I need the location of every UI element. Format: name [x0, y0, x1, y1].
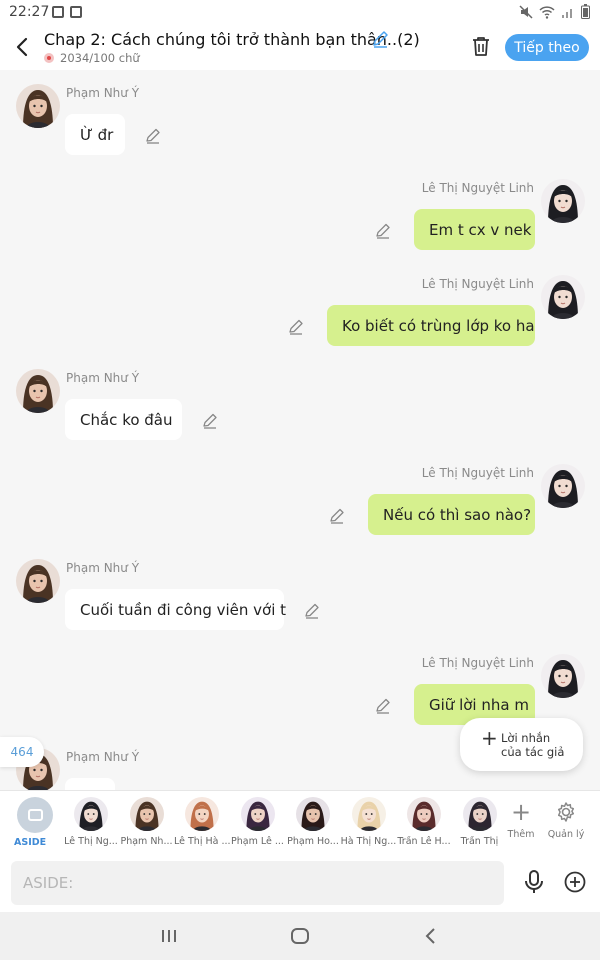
character-item[interactable]: Phạm Nh...	[119, 797, 175, 847]
character-item[interactable]: Trần Lê H...	[396, 797, 452, 847]
message-bubble[interactable]: Chắc ko đâu	[65, 399, 182, 440]
character-name: Trần Thị	[460, 836, 499, 847]
message-bubble[interactable]: Em t cx v nek	[414, 209, 535, 250]
battery-icon	[581, 4, 590, 19]
character-avatar	[129, 797, 164, 831]
character-avatar	[351, 797, 386, 831]
character-name: Lê Thị Hà ...	[174, 836, 230, 847]
character-avatar	[185, 797, 219, 831]
message-bubble[interactable]	[65, 778, 115, 790]
input-bar	[0, 854, 600, 912]
app-notification-icon	[70, 6, 82, 18]
gear-icon	[546, 797, 586, 829]
sender-avatar[interactable]	[541, 654, 585, 698]
sender-avatar[interactable]	[16, 369, 60, 413]
character-name: Phạm Nh...	[120, 836, 173, 847]
add-character-button[interactable]: + Thêm	[501, 797, 541, 840]
character-avatar	[74, 797, 108, 831]
character-item[interactable]: Trần Thị	[452, 797, 508, 847]
sender-avatar[interactable]	[16, 559, 60, 603]
status-time: 22:27	[9, 4, 50, 20]
plus-icon: +	[510, 798, 532, 826]
next-button[interactable]: Tiếp theo	[505, 34, 589, 61]
edit-message-pencil-icon[interactable]	[329, 508, 345, 524]
character-item[interactable]: Hà Thị Ng...	[341, 797, 397, 847]
aside-label: ASIDE	[14, 837, 47, 848]
message-bubble[interactable]: Ko biết có trùng lớp ko ha	[327, 305, 535, 346]
back-nav-icon[interactable]	[419, 924, 443, 948]
edit-message-pencil-icon[interactable]	[288, 319, 304, 335]
character-name: Phạm Ho...	[287, 836, 339, 847]
character-bar: ASIDE Lê Thị Ng... Phạm Nh... Lê Thị Hà …	[0, 790, 600, 854]
manage-characters-button[interactable]: Quản lý	[546, 797, 586, 840]
aside-button[interactable]	[17, 797, 53, 833]
character-avatar	[240, 797, 275, 831]
author-note-line1: Lời nhắn	[501, 731, 551, 745]
system-nav-bar	[0, 912, 600, 960]
character-item[interactable]: Lê Thị Ng...	[63, 797, 119, 847]
record-dot-icon	[44, 53, 54, 63]
author-note-button[interactable]: + Lời nhắn của tác giả	[460, 718, 583, 771]
word-count: 2034/100 chữ	[44, 51, 140, 65]
add-character-label: Thêm	[507, 829, 535, 840]
character-avatar	[462, 797, 497, 831]
message-bubble[interactable]: Cuối tuần đi công viên với t	[65, 589, 286, 630]
word-count-text: 2034/100 chữ	[60, 51, 140, 65]
author-note-line2: của tác giả	[501, 745, 565, 759]
sender-name: Phạm Như Ý	[66, 561, 140, 575]
manage-label: Quản lý	[547, 829, 585, 840]
edit-message-pencil-icon[interactable]	[145, 128, 161, 144]
character-name: Phạm Lê ...	[231, 836, 284, 847]
character-item[interactable]: Phạm Lê ...	[230, 797, 286, 847]
edit-message-pencil-icon[interactable]	[375, 698, 391, 714]
character-name: Hà Thị Ng...	[340, 836, 397, 847]
character-name: Lê Thị Ng...	[64, 836, 118, 847]
sender-name: Phạm Như Ý	[66, 371, 140, 385]
recent-apps-icon[interactable]	[157, 924, 181, 948]
sender-avatar[interactable]	[16, 84, 60, 128]
character-item[interactable]: Phạm Ho...	[285, 797, 341, 847]
edit-message-pencil-icon[interactable]	[304, 603, 320, 619]
home-icon[interactable]	[288, 924, 312, 948]
message-count-badge[interactable]: 464	[0, 737, 44, 767]
character-avatar	[296, 797, 330, 831]
sender-name: Lê Thị Nguyệt Linh	[421, 277, 534, 291]
character-avatar	[407, 797, 441, 831]
plus-icon: +	[481, 726, 498, 750]
sender-name: Lê Thị Nguyệt Linh	[421, 656, 534, 670]
add-circle-icon[interactable]	[564, 871, 586, 893]
status-bar: 22:27	[0, 0, 600, 24]
sender-name: Phạm Như Ý	[66, 750, 140, 764]
edit-message-pencil-icon[interactable]	[202, 413, 218, 429]
wifi-icon	[539, 5, 555, 19]
sender-name: Lê Thị Nguyệt Linh	[421, 466, 534, 480]
sender-avatar[interactable]	[541, 464, 585, 508]
sender-avatar[interactable]	[541, 275, 585, 319]
message-input[interactable]	[11, 861, 504, 905]
gallery-notification-icon	[52, 6, 64, 18]
back-arrow-icon[interactable]	[12, 34, 34, 60]
message-bubble[interactable]: Ừ đr	[65, 114, 125, 155]
message-bubble[interactable]: Nếu có thì sao nào?	[368, 494, 535, 535]
signal-icon	[562, 8, 572, 18]
sender-name: Lê Thị Nguyệt Linh	[421, 181, 534, 195]
character-name: Trần Lê H...	[397, 836, 451, 847]
edit-message-pencil-icon[interactable]	[375, 223, 391, 239]
message-icon	[27, 809, 43, 821]
chapter-header: Chap 2: Cách chúng tôi trở thành bạn thâ…	[0, 24, 600, 70]
microphone-icon[interactable]	[522, 869, 546, 895]
sender-avatar[interactable]	[541, 179, 585, 223]
trash-icon[interactable]	[470, 35, 492, 57]
mute-icon	[519, 4, 533, 19]
chapter-title: Chap 2: Cách chúng tôi trở thành bạn thâ…	[44, 30, 420, 49]
status-icons	[519, 4, 590, 19]
character-item[interactable]: Lê Thị Hà ...	[174, 797, 230, 847]
chat-area: Phạm Như Ý Ừ đr Lê Thị Nguyệt Linh Em t cx…	[0, 70, 600, 790]
sender-name: Phạm Như Ý	[66, 86, 140, 100]
edit-title-pencil-icon[interactable]	[371, 30, 389, 48]
